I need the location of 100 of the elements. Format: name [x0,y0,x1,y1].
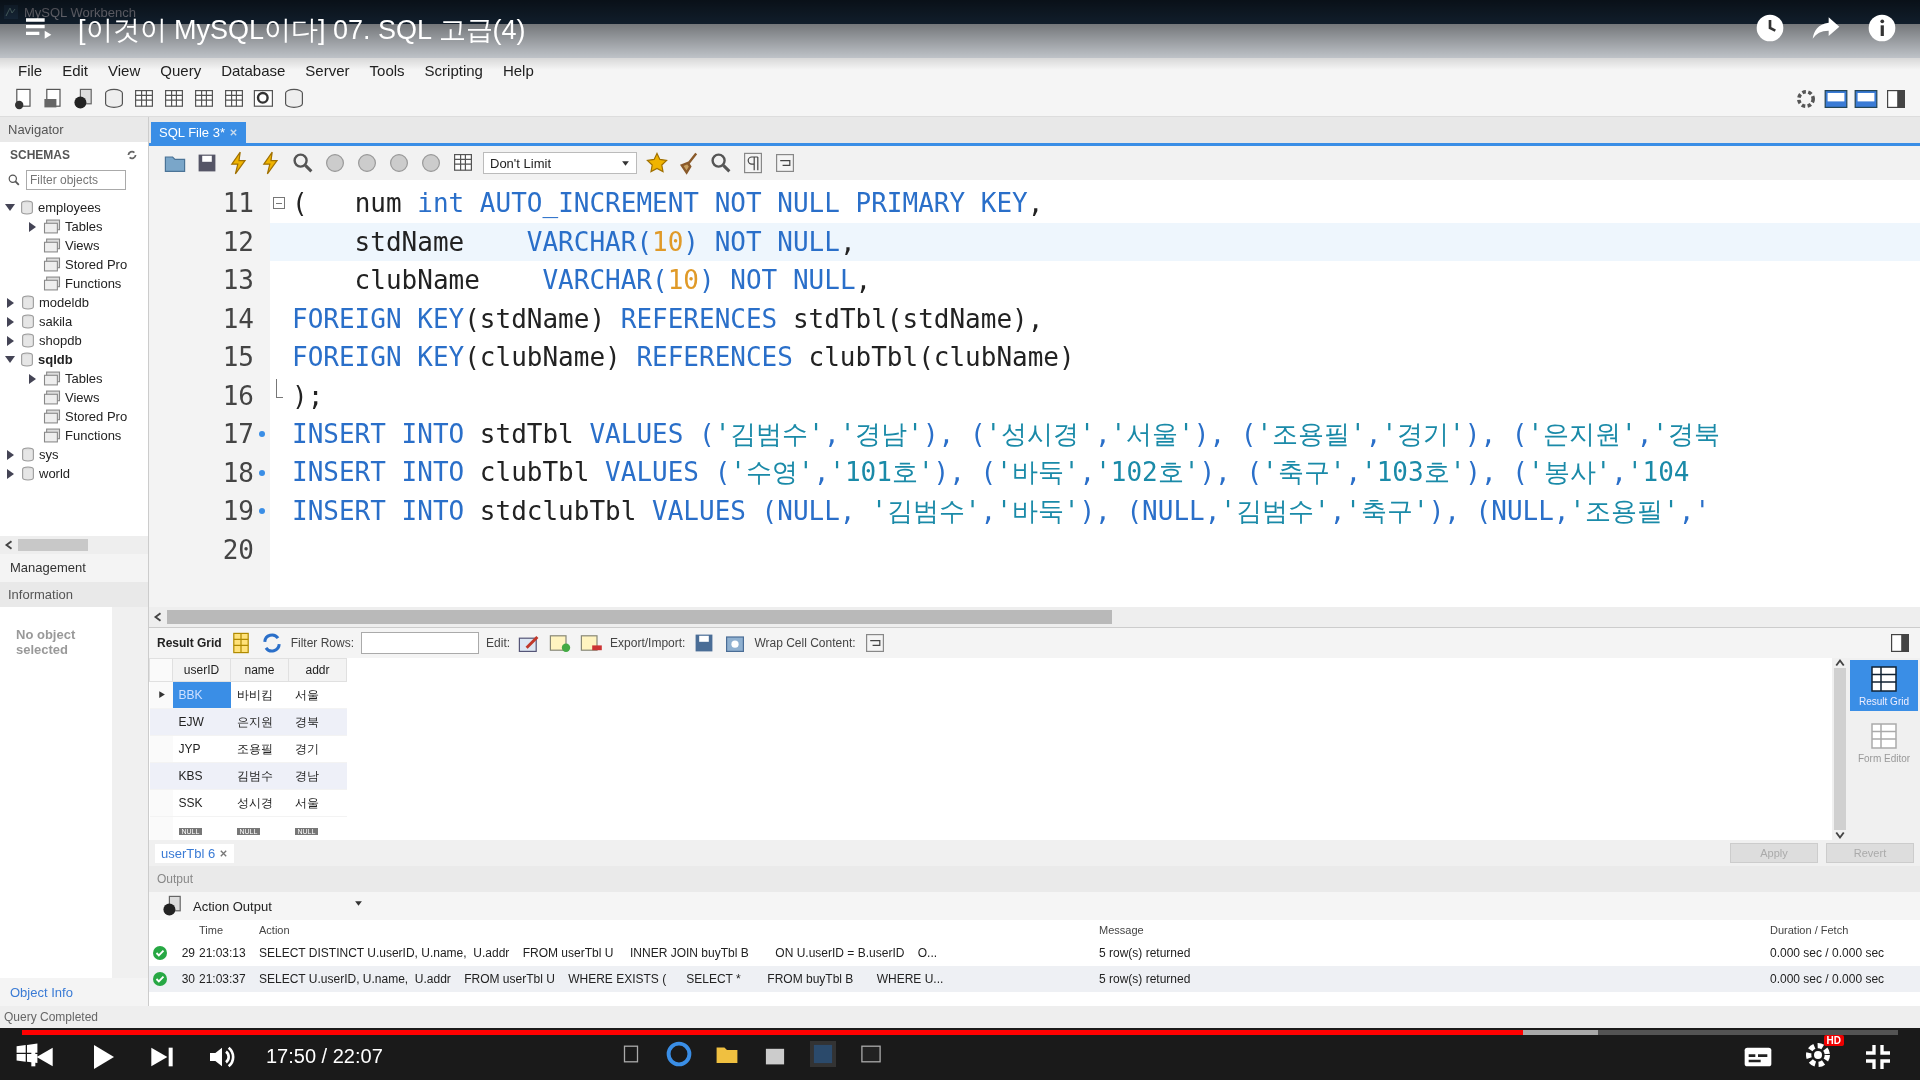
settings-icon[interactable] [1794,87,1818,111]
tree-item[interactable]: Tables [65,219,103,234]
expand-arrow-icon[interactable] [7,316,14,327]
scrollbar-thumb[interactable] [18,538,88,551]
tree-item[interactable]: Functions [65,276,122,291]
column-header[interactable]: addr [288,658,347,682]
tree-item[interactable]: employees [38,200,101,215]
close-icon[interactable] [218,848,228,858]
time-display: 17:50 / 22:07 [266,1045,383,1068]
scroll-left-icon[interactable] [153,612,163,622]
column-header[interactable]: Time [199,924,259,936]
menu-item[interactable]: Help [494,59,542,81]
toolbar-label: Result Grid [157,636,222,650]
panel-header: Information [0,581,148,607]
code-line: clubName VARCHAR(10) NOT NULL, [353,265,872,296]
menu-item[interactable]: Edit [54,59,97,81]
output-row[interactable]: 29 21:03:13 SELECT DISTINCT U.userID, U.name, U.addr FROM userTbl U INNER JOIN buyTbl B ON U.userID = B.userID O... 5 row(s) returned 0.000 sec / 0.000 sec [149,940,1920,966]
wrap-icon[interactable] [773,151,797,175]
limit-dropdown[interactable]: Don't Limit [483,152,637,174]
tree-item[interactable]: Tables [65,371,103,386]
hd-badge: HD [1823,1035,1844,1046]
line-number: 13 [221,265,254,296]
database-icon[interactable] [102,87,126,111]
magnifier-icon[interactable] [709,151,733,175]
code-line: ( num int AUTO_INCREMENT NOT NULL PRIMARY KEY, [291,188,1044,219]
column-header[interactable]: Action [259,924,1079,936]
menu-item[interactable]: Scripting [416,59,491,81]
result-tab[interactable]: userTbl 6 [155,843,234,863]
column-header[interactable]: name [230,658,289,682]
caret-icon [354,898,363,908]
tree-item[interactable]: Views [65,390,100,405]
folder-icon [43,257,61,272]
tree-item[interactable]: modeldb [39,295,89,310]
folder-icon [43,371,61,386]
expand-arrow-icon[interactable] [7,449,14,460]
panel-icon[interactable] [1888,631,1912,655]
scrollbar-thumb[interactable] [167,610,1112,624]
tree-item[interactable]: sqldb [38,352,73,367]
layout-icon[interactable] [1824,87,1848,111]
expand-arrow-icon[interactable] [7,335,14,346]
menu-item[interactable]: File [10,59,51,81]
scroll-up-icon[interactable] [1835,658,1845,668]
column-header[interactable]: Duration / Fetch [1770,924,1920,936]
database-icon [20,352,34,367]
panel-icon[interactable] [1884,87,1908,111]
browser-icon[interactable] [666,1041,692,1067]
table-cell-text: 5 row(s) returned [1098,946,1192,960]
column-header[interactable]: Message [1079,924,1770,936]
output-row[interactable]: 30 21:03:37 SELECT U.userID, U.name, U.addr FROM userTbl U WHERE EXISTS ( SELECT * FROM buyTbl B WHERE U... 5 row(s) returned 0.000 sec / 0.000 sec [149,966,1920,992]
expand-arrow-icon[interactable] [7,468,14,479]
database-icon [20,200,34,215]
tree-item[interactable]: sys [39,447,59,462]
search-icon [8,174,20,186]
expand-arrow-icon[interactable] [7,297,14,308]
column-header[interactable]: userID [172,658,231,682]
line-number: 19 [221,496,254,527]
star-icon[interactable] [645,151,669,175]
folder-icon [43,238,61,253]
scrollbar-thumb[interactable] [1834,668,1846,830]
expand-arrow-icon[interactable] [29,221,36,232]
database-icon [21,314,35,329]
refresh-icon[interactable] [126,149,138,161]
table-cell-text: 0.000 sec / 0.000 sec [1770,972,1886,986]
toolbar-label: Wrap Cell Content: [754,636,856,650]
expand-arrow-icon[interactable] [29,373,36,384]
table-cell: SSK [172,789,231,817]
line-number: 11 [221,188,254,219]
row-pointer-icon [156,690,166,699]
tree-item[interactable]: Stored Pro [65,257,128,272]
pilcrow-icon[interactable] [741,151,765,175]
table-cell-text: SELECT DISTINCT U.userID, U.name, U.addr FROM userTbl U INNER JOIN buyTbl B ON U.userID = B.userID O... [259,946,939,960]
tree-item[interactable]: Views [65,238,100,253]
layout-icon[interactable] [1854,87,1878,111]
scroll-down-icon[interactable] [1835,830,1845,840]
filter-field[interactable]: Filter objects [26,170,126,190]
app-icon [4,5,18,19]
magnifier-icon[interactable] [291,151,315,175]
toolbar-label: Edit: [486,636,511,650]
menu-item[interactable]: Query [152,59,210,81]
tree-item[interactable]: shopdb [39,333,82,348]
fold-toggle-icon[interactable] [273,197,285,210]
clock-icon[interactable] [1754,12,1786,44]
tree-item[interactable]: sakila [39,314,73,329]
filter-rows-field[interactable] [361,632,480,654]
tree-item[interactable]: world [39,466,71,481]
menu-item[interactable]: Tools [361,59,413,81]
scroll-left-icon[interactable] [4,539,14,550]
line-number: 14 [221,303,254,334]
line-number: 12 [221,226,254,257]
grid-icon [1869,664,1899,694]
output-mode-dropdown[interactable]: Action Output [193,898,363,914]
tree-item[interactable]: Functions [65,428,122,443]
table-cell-text: 21:03:13 [199,946,247,960]
menu-item[interactable]: Server [297,59,358,81]
tree-item[interactable]: Stored Pro [65,409,128,424]
menu-item[interactable]: Database [213,59,294,81]
table-cell-text: 29 [180,946,196,960]
menu-item[interactable]: View [100,59,149,81]
database-icon[interactable] [282,87,306,111]
folder-icon [43,390,61,405]
